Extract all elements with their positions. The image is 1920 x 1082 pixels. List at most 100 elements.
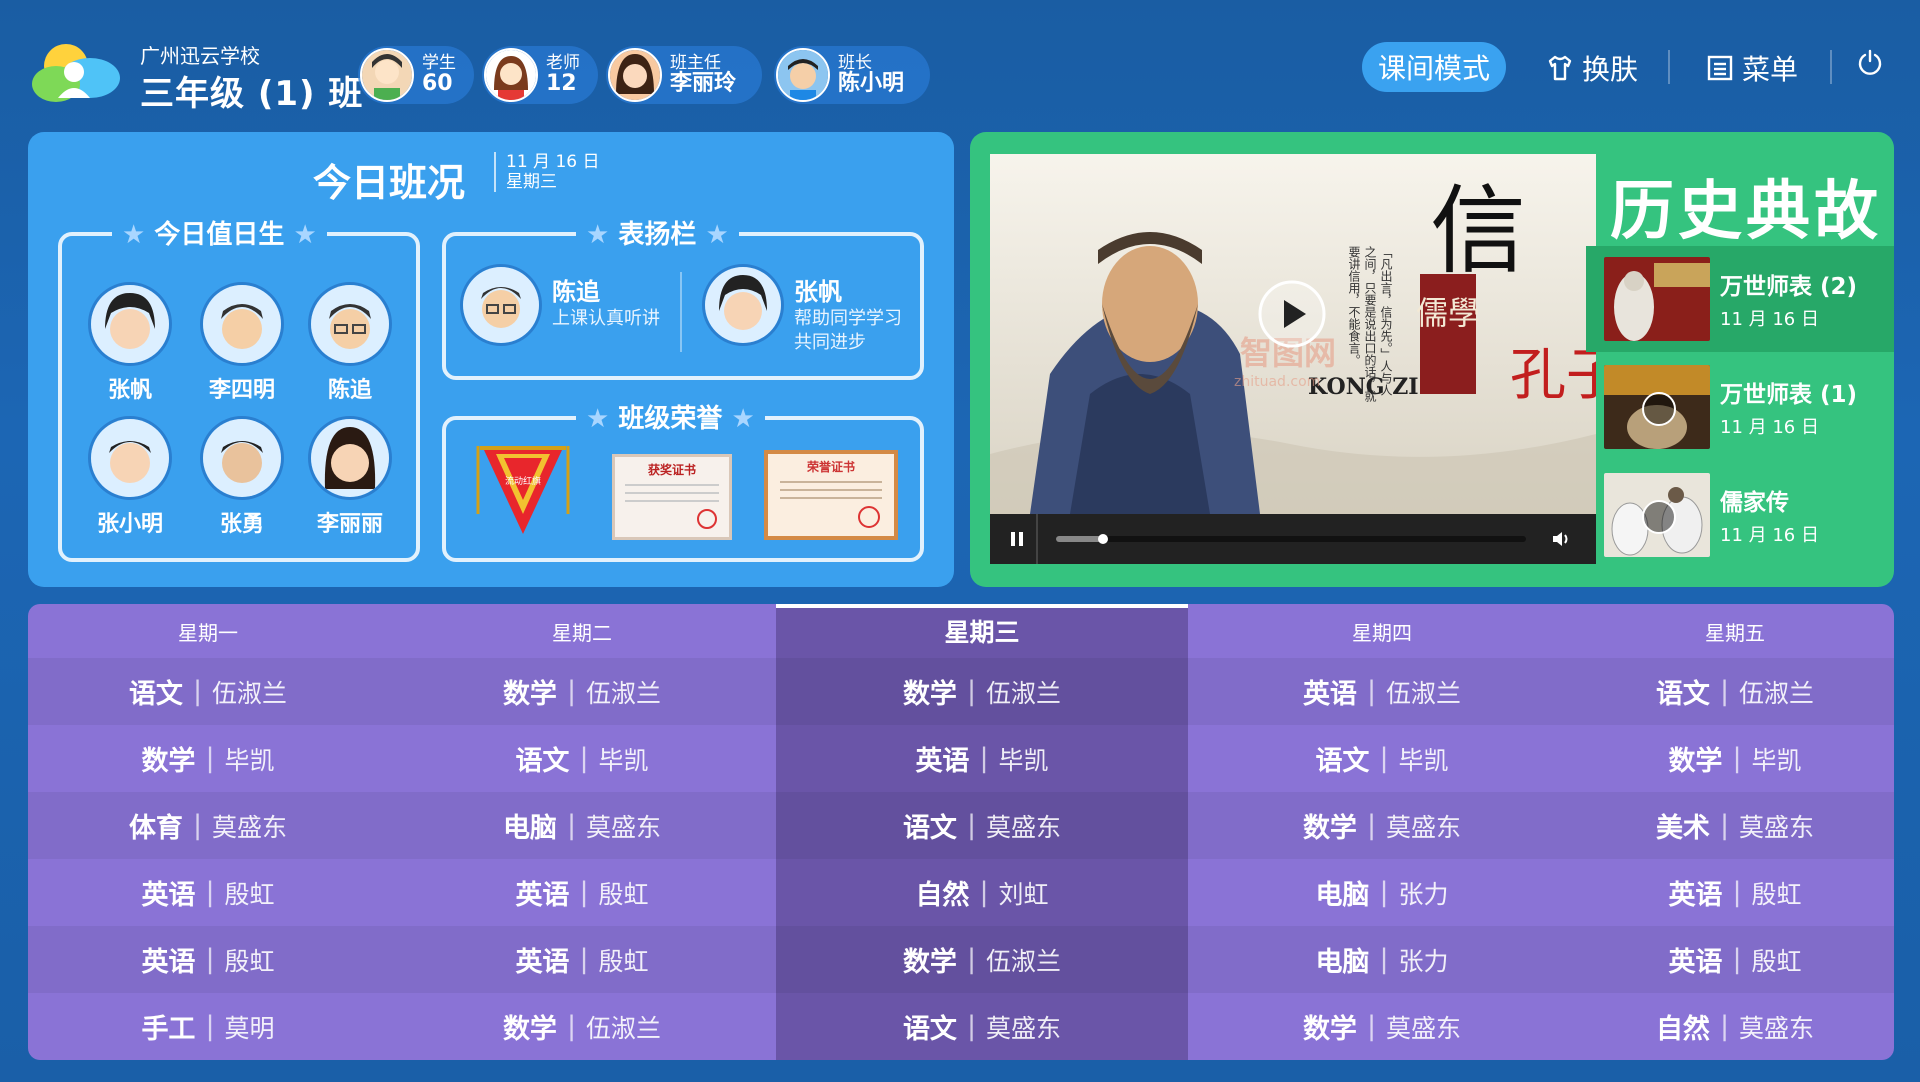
video-play-icon — [1642, 392, 1676, 426]
separator: | — [1366, 1011, 1377, 1042]
duty-student[interactable]: 张帆 — [80, 282, 180, 404]
duty-title: ★ 今日值日生 ★ — [112, 214, 327, 251]
teacher-label: 毕凯 — [224, 745, 275, 775]
power-icon — [1858, 49, 1882, 75]
duty-student[interactable]: 李四明 — [192, 282, 292, 404]
day-header[interactable]: 星期一 — [28, 604, 388, 658]
story-video-item[interactable]: 万世师表 (1) 11 月 16 日 — [1586, 354, 1894, 460]
separator: | — [966, 944, 977, 975]
day-header[interactable]: 星期四 — [1188, 604, 1576, 658]
student-avatar — [702, 264, 784, 346]
break-mode-button[interactable]: 课间模式 — [1362, 42, 1506, 92]
timetable-cell[interactable]: 自然 | 莫盛东 — [1576, 993, 1894, 1060]
timetable-cell[interactable]: 体育 | 莫盛东 — [28, 792, 388, 859]
duty-students-box: ★ 今日值日生 ★ 张帆 李四明 陈追 张小明 张勇 李丽丽 — [58, 214, 420, 562]
timetable-cell[interactable]: 语文 | 毕凯 — [1188, 725, 1576, 792]
confucius-artwork: 信 儒學 孔子 KONG ZI 智图网 zhituad.com — [990, 154, 1596, 514]
subject-label: 英语 — [1668, 947, 1723, 978]
story-video-item[interactable]: 儒家传 11 月 16 日 — [1586, 462, 1894, 568]
student-avatar — [200, 416, 284, 500]
day-header[interactable]: 星期三 — [776, 604, 1188, 658]
timetable-cell[interactable]: 自然 | 刘虹 — [776, 859, 1188, 926]
praise-item[interactable]: 陈追 上课认真听讲 — [460, 264, 660, 346]
timetable-cell[interactable]: 英语 | 殷虹 — [1576, 926, 1894, 993]
header-divider — [1830, 50, 1832, 84]
subject-label: 数学 — [1302, 813, 1357, 844]
certificate-award[interactable]: 获奖证书 — [612, 454, 732, 540]
timetable-cell[interactable]: 数学 | 毕凯 — [1576, 725, 1894, 792]
timetable-cell[interactable]: 数学 | 伍淑兰 — [776, 926, 1188, 993]
timetable-cell[interactable]: 数学 | 毕凯 — [28, 725, 388, 792]
duty-student[interactable]: 李丽丽 — [300, 416, 400, 538]
timetable-cell[interactable]: 语文 | 伍淑兰 — [28, 658, 388, 725]
timetable-cell[interactable]: 数学 | 伍淑兰 — [388, 993, 776, 1060]
subject-label: 英语 — [141, 880, 196, 911]
separator: | — [566, 1011, 577, 1042]
student-avatar — [88, 416, 172, 500]
honor-certificate[interactable]: 荣誉证书 — [764, 450, 898, 540]
video-progress-bar[interactable] — [1056, 534, 1526, 544]
timetable-cell[interactable]: 电脑 | 张力 — [1188, 859, 1576, 926]
timetable-cell[interactable]: 数学 | 伍淑兰 — [776, 658, 1188, 725]
timetable-cell[interactable]: 电脑 | 莫盛东 — [388, 792, 776, 859]
student-avatar — [308, 416, 392, 500]
pause-button[interactable] — [1008, 530, 1026, 552]
menu-button[interactable]: 菜单 — [1706, 48, 1798, 88]
timetable-cell[interactable]: 英语 | 毕凯 — [776, 725, 1188, 792]
subject-label: 语文 — [1315, 746, 1370, 777]
praise-divider — [680, 272, 682, 352]
video-player[interactable]: 信 儒學 孔子 KONG ZI 智图网 zhituad.com 「凡出言，信为先… — [990, 154, 1596, 564]
subject-label: 体育 — [128, 813, 183, 844]
skin-button[interactable]: 换肤 — [1546, 48, 1638, 88]
teacher-label: 伍淑兰 — [986, 946, 1062, 976]
separator: | — [579, 944, 589, 975]
progress-handle[interactable] — [1098, 534, 1108, 544]
timetable-cell[interactable]: 数学 | 莫盛东 — [1188, 993, 1576, 1060]
class-status-date: 11 月 16 日 星期三 — [494, 152, 599, 192]
timetable-cell[interactable]: 英语 | 殷虹 — [388, 859, 776, 926]
power-button[interactable] — [1856, 48, 1884, 76]
separator: | — [1366, 676, 1377, 707]
timetable-cell[interactable]: 语文 | 毕凯 — [388, 725, 776, 792]
timetable-cell[interactable]: 电脑 | 张力 — [1188, 926, 1576, 993]
teacher-label: 殷虹 — [224, 879, 275, 909]
separator: | — [1719, 1011, 1730, 1042]
separator: | — [1379, 877, 1389, 908]
timetable-cell[interactable]: 英语 | 殷虹 — [388, 926, 776, 993]
timetable-cell[interactable]: 英语 | 殷虹 — [28, 926, 388, 993]
timetable-cell[interactable]: 语文 | 莫盛东 — [776, 993, 1188, 1060]
praise-item[interactable]: 张帆 帮助同学学习共同进步 — [702, 264, 914, 355]
volume-button[interactable] — [1550, 528, 1572, 554]
duty-student[interactable]: 张勇 — [192, 416, 292, 538]
timetable-cell[interactable]: 美术 | 莫盛东 — [1576, 792, 1894, 859]
duty-student[interactable]: 陈追 — [300, 282, 400, 404]
duty-student[interactable]: 张小明 — [80, 416, 180, 538]
timetable-cell[interactable]: 数学 | 莫盛东 — [1188, 792, 1576, 859]
day-header[interactable]: 星期二 — [388, 604, 776, 658]
header-divider — [1668, 50, 1670, 84]
story-video-item[interactable]: 万世师表 (2) 11 月 16 日 — [1586, 246, 1894, 352]
timetable-cell[interactable]: 语文 | 伍淑兰 — [1576, 658, 1894, 725]
separator: | — [566, 810, 577, 841]
teacher-count: 老师 12 — [482, 46, 598, 104]
timetable-cell[interactable]: 英语 | 殷虹 — [28, 859, 388, 926]
confucius-quote: 「凡出言，信为先。」人与人之间，只要是说出口的话，就要讲信用，不能食言。 — [1347, 246, 1393, 402]
subject-label: 电脑 — [502, 813, 557, 844]
teacher-label: 张力 — [1398, 946, 1449, 976]
red-flag-award[interactable]: 流动红旗 — [476, 444, 570, 540]
head-teacher-avatar — [608, 48, 662, 102]
subject-label: 数学 — [902, 679, 957, 710]
timetable-cell[interactable]: 语文 | 莫盛东 — [776, 792, 1188, 859]
menu-list-icon — [1707, 55, 1733, 81]
timetable-cell[interactable]: 数学 | 伍淑兰 — [388, 658, 776, 725]
separator: | — [205, 743, 215, 774]
pause-icon — [1011, 532, 1023, 546]
timetable-cell[interactable]: 英语 | 伍淑兰 — [1188, 658, 1576, 725]
school-logo — [28, 38, 128, 108]
timetable-cell[interactable]: 英语 | 殷虹 — [1576, 859, 1894, 926]
day-header[interactable]: 星期五 — [1576, 604, 1894, 658]
teacher-label: 毕凯 — [1398, 745, 1449, 775]
class-status-panel: 今日班况 11 月 16 日 星期三 ★ 今日值日生 ★ 张帆 李四明 陈追 张… — [28, 132, 954, 587]
video-thumbnail — [1604, 473, 1710, 557]
timetable-cell[interactable]: 手工 | 莫明 — [28, 993, 388, 1060]
